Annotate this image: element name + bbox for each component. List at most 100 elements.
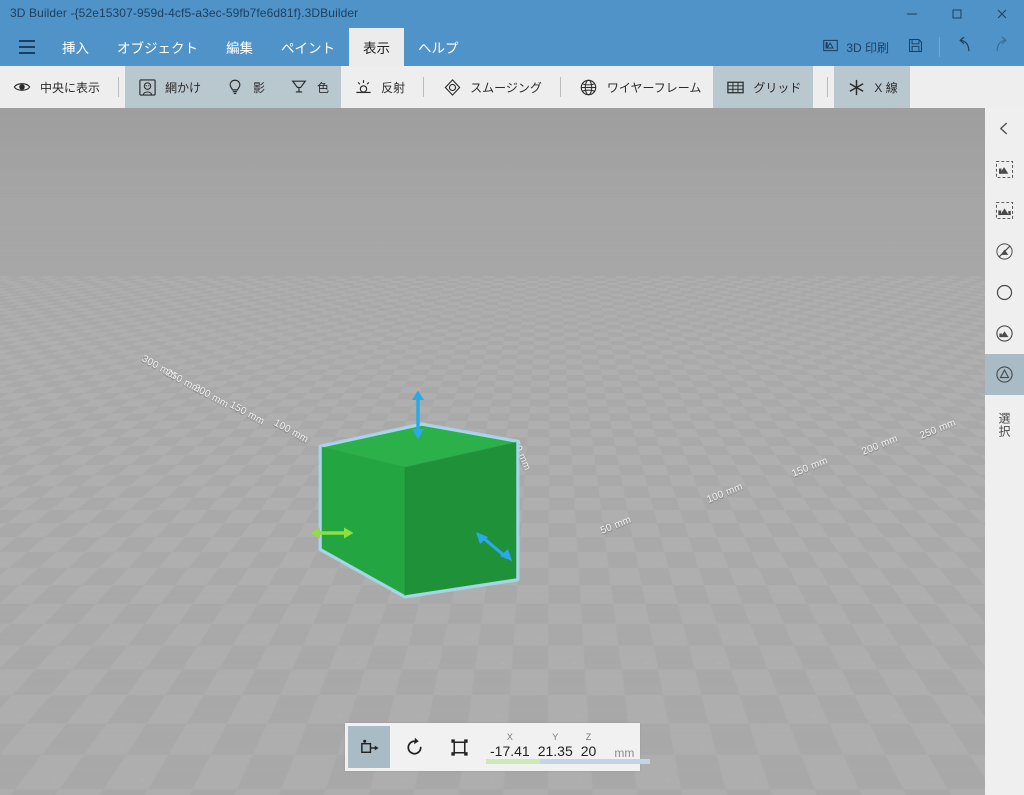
toolbar-color-button[interactable]: 色 — [277, 66, 341, 108]
chevron-left-icon — [1000, 122, 1008, 135]
sidebar-item-select-invert[interactable] — [985, 313, 1024, 354]
hamburger-menu-button[interactable] — [8, 28, 46, 66]
x-axis-label: X — [506, 732, 513, 742]
rotate-tool-icon — [406, 737, 422, 755]
sidebar-item-select-circle[interactable] — [985, 272, 1024, 313]
x-value: -17.41 — [490, 743, 530, 759]
lamp-icon — [289, 77, 309, 97]
toolbar-render-group: 網かけ 影 色 — [125, 66, 342, 108]
toolbar-wireframe-button[interactable]: ワイヤーフレーム — [567, 66, 714, 108]
z-field[interactable]: Z 20 — [577, 726, 601, 768]
toolbar-divider-3 — [559, 77, 561, 97]
sidebar-collapse-button[interactable] — [985, 108, 1024, 149]
ruler-label: 200 mm — [860, 433, 900, 458]
grid-icon — [725, 77, 745, 97]
toolbar-reflection-button[interactable]: 反射 — [341, 66, 417, 108]
toolbar-center-view-button[interactable]: 中央に表示 — [0, 66, 112, 108]
y-field[interactable]: Y 21.35 — [534, 726, 577, 768]
toolbar-reflection-label: 反射 — [381, 80, 406, 95]
toolbar-shading-label: 網かけ — [165, 80, 202, 95]
gizmo-z-arrow[interactable] — [407, 390, 429, 442]
toolbar-grid-label: グリッド — [753, 80, 802, 95]
shading-icon — [137, 77, 157, 97]
toolbar-smoothing-button[interactable]: スムージング — [430, 66, 554, 108]
window-controls — [889, 0, 1024, 28]
toolbar-smoothing-label: スムージング — [470, 80, 542, 95]
scale-tool-button[interactable] — [438, 726, 480, 768]
toolbar-divider-4 — [827, 77, 829, 97]
build-plate-grid — [0, 108, 1024, 277]
z-value: 20 — [580, 743, 597, 759]
y-value: 21.35 — [537, 743, 573, 759]
toolbar-shading-button[interactable]: 網かけ — [125, 66, 213, 108]
print-3d-icon — [822, 37, 839, 57]
redo-icon — [992, 36, 1011, 58]
toolbar-shadow-label: 影 — [253, 80, 266, 95]
minimize-button[interactable] — [889, 0, 934, 28]
transform-fields: X -17.41 Y 21.35 Z 20 mm — [486, 726, 650, 768]
save-icon — [907, 37, 924, 57]
select-all-icon — [995, 201, 1014, 220]
menu-item-view[interactable]: 表示 — [349, 28, 404, 66]
hamburger-icon — [19, 38, 35, 56]
close-button[interactable] — [979, 0, 1024, 28]
menu-separator — [939, 37, 940, 57]
menu-item-insert[interactable]: 挿入 — [48, 28, 103, 66]
toolbar-xray-group: X 線 — [834, 66, 910, 108]
print-3d-button[interactable]: 3D 印刷 — [813, 28, 898, 66]
toolbar-xray-button[interactable]: X 線 — [834, 66, 909, 108]
window-title: 3D Builder -{52e15307-959d-4cf5-a3ec-59f… — [10, 6, 359, 20]
xray-icon — [846, 77, 866, 97]
menu-items: 挿入 オブジェクト 編集 ペイント 表示 ヘルプ — [48, 28, 473, 66]
toolbar-grid-button[interactable]: グリッド — [713, 66, 813, 108]
view-toolbar: 中央に表示 網かけ 影 色 反射 スムージング ワイヤーフレーム グリッド X … — [0, 66, 1024, 108]
sidebar-item-select-none[interactable] — [985, 231, 1024, 272]
menu-item-paint[interactable]: ペイント — [267, 28, 349, 66]
smoothing-icon — [442, 77, 462, 97]
undo-button[interactable] — [946, 28, 983, 66]
rotate-tool-button[interactable] — [393, 726, 435, 768]
move-tool-button[interactable] — [348, 726, 390, 768]
menu-item-help[interactable]: ヘルプ — [404, 28, 473, 66]
toolbar-wireframe-label: ワイヤーフレーム — [606, 80, 702, 95]
title-bar: 3D Builder -{52e15307-959d-4cf5-a3ec-59f… — [0, 0, 1024, 28]
select-settings-icon — [996, 366, 1013, 383]
toolbar-color-label: 色 — [317, 80, 330, 95]
menu-right-actions: 3D 印刷 — [813, 28, 1020, 66]
bulb-icon — [225, 77, 245, 97]
toolbar-divider-1 — [118, 77, 120, 97]
toolbar-xray-label: X 線 — [874, 80, 898, 95]
select-invert-icon — [996, 325, 1013, 342]
menu-item-edit[interactable]: 編集 — [212, 28, 267, 66]
toolbar-center-view-label: 中央に表示 — [40, 80, 101, 95]
gizmo-x-arrow[interactable] — [310, 522, 354, 544]
y-axis-label: Y — [552, 732, 559, 742]
toolbar-divider-2 — [423, 77, 425, 97]
x-field[interactable]: X -17.41 — [486, 726, 534, 768]
unit-label: mm — [614, 746, 635, 760]
toolbar-gap — [813, 66, 822, 108]
scale-tool-icon — [450, 738, 468, 756]
maximize-button[interactable] — [934, 0, 979, 28]
cube-geometry — [318, 422, 520, 599]
reflection-icon — [353, 77, 373, 97]
menu-item-object[interactable]: オブジェクト — [103, 28, 212, 66]
app-window: 3D Builder -{52e15307-959d-4cf5-a3ec-59f… — [0, 0, 1024, 795]
cube-model[interactable] — [310, 390, 527, 619]
redo-button[interactable] — [983, 28, 1020, 66]
save-button[interactable] — [898, 28, 933, 66]
select-none-icon — [996, 243, 1013, 260]
sidebar-item-select-all[interactable] — [985, 190, 1024, 231]
toolbar-shadow-button[interactable]: 影 — [213, 66, 277, 108]
sidebar-item-select-settings[interactable] — [985, 354, 1024, 395]
print-3d-label: 3D 印刷 — [846, 40, 889, 55]
move-tool-icon — [360, 739, 379, 753]
gizmo-y-arrow[interactable] — [472, 529, 516, 565]
right-sidebar: 選択 — [985, 108, 1024, 795]
globe-icon — [579, 77, 599, 97]
3d-viewport[interactable]: 50 mm 100 mm 150 mm 200 mm 250 mm 50 mm … — [0, 108, 1024, 795]
sidebar-item-select-object[interactable] — [985, 149, 1024, 190]
circle-icon — [996, 284, 1013, 301]
undo-icon — [955, 36, 974, 58]
z-axis-label: Z — [585, 732, 592, 742]
